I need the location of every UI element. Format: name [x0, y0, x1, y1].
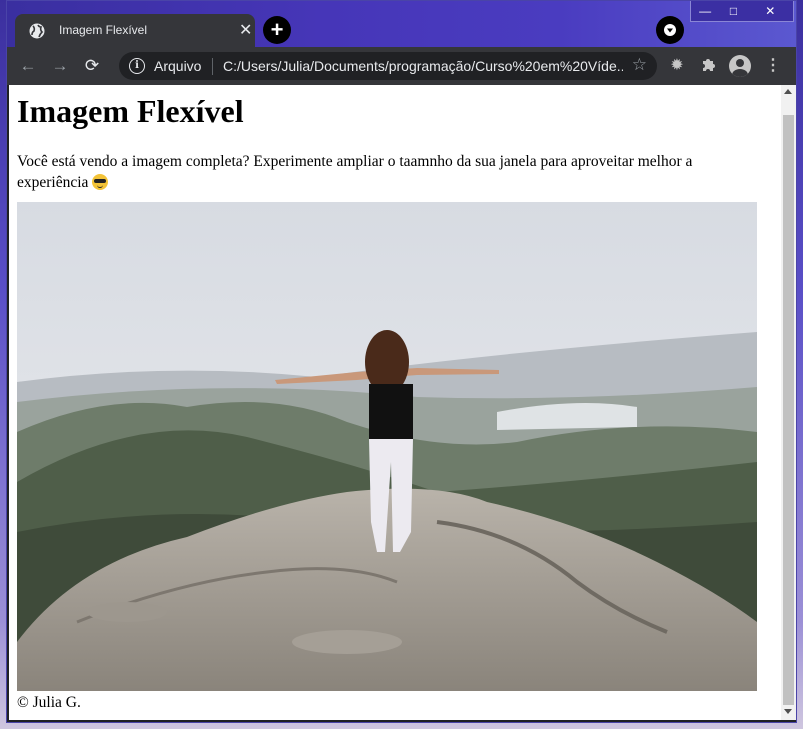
reload-icon[interactable]: ⟳ — [83, 57, 101, 75]
vertical-scrollbar[interactable] — [781, 85, 796, 720]
new-tab-button[interactable]: + — [263, 16, 291, 44]
page-viewport: Imagem Flexível Você está vendo a imagem… — [9, 85, 781, 720]
tab-title: Imagem Flexível — [59, 23, 148, 37]
bookmark-star-icon[interactable]: ☆ — [632, 55, 647, 75]
browser-window: Imagem Flexível ✕ + — □ ✕ ← → ⟳ i Arquiv… — [6, 0, 797, 723]
tab-search-button[interactable] — [656, 16, 684, 44]
menu-kebab-icon[interactable]: ⋮ — [763, 56, 783, 76]
scroll-thumb[interactable] — [783, 115, 794, 705]
browser-toolbar: ← → ⟳ i Arquivo C:/Users/Julia/Documents… — [7, 47, 796, 85]
profile-avatar-icon[interactable] — [729, 55, 751, 77]
tab-strip: Imagem Flexível ✕ + — □ ✕ — [7, 1, 796, 47]
extensions-puzzle-icon[interactable] — [699, 56, 719, 76]
scroll-up-icon[interactable] — [784, 89, 792, 94]
scheme-label: Arquivo — [154, 58, 202, 74]
forward-arrow-icon[interactable]: → — [51, 57, 69, 75]
url-text[interactable]: C:/Users/Julia/Documents/programação/Cur… — [223, 58, 623, 74]
sunglasses-emoji-icon — [92, 174, 109, 190]
minimize-button[interactable]: — — [691, 1, 719, 21]
tab-close-icon[interactable]: ✕ — [239, 20, 252, 40]
close-window-button[interactable]: ✕ — [748, 1, 793, 21]
page-content: Imagem Flexível Você está vendo a imagem… — [17, 85, 757, 711]
extension-gear-icon[interactable]: ✹ — [667, 56, 687, 76]
page-heading: Imagem Flexível — [17, 93, 244, 129]
chevron-down-icon — [664, 24, 676, 36]
info-icon[interactable]: i — [129, 58, 145, 74]
page-description: Você está vendo a imagem completa? Exper… — [17, 151, 757, 193]
maximize-button[interactable]: □ — [719, 1, 747, 21]
photo-credit: © Julia G. — [17, 694, 81, 711]
globe-icon — [29, 23, 45, 39]
address-separator — [212, 58, 213, 75]
browser-tab[interactable]: Imagem Flexível ✕ — [15, 14, 255, 47]
mountain-photo — [17, 202, 757, 691]
description-text: Você está vendo a imagem completa? Exper… — [17, 153, 693, 191]
scroll-down-icon[interactable] — [784, 709, 792, 714]
address-bar[interactable]: i Arquivo C:/Users/Julia/Documents/progr… — [119, 52, 657, 80]
back-arrow-icon[interactable]: ← — [19, 57, 37, 75]
window-controls: — □ ✕ — [690, 1, 794, 22]
